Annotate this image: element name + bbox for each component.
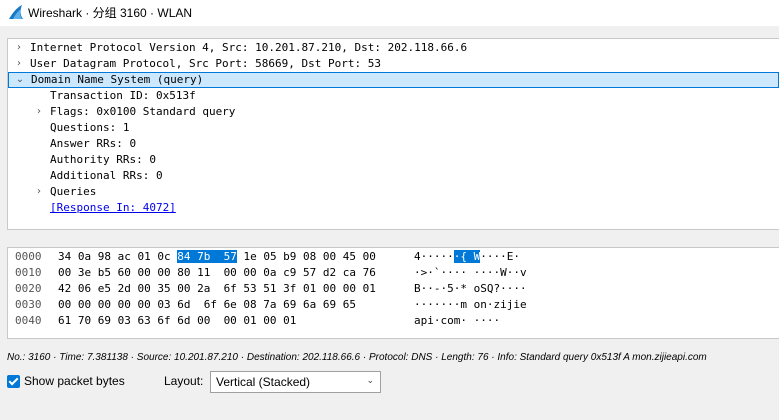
hex-offset: 0000 xyxy=(15,250,42,263)
layout-label: Layout: xyxy=(164,374,204,388)
hex-row[interactable]: 0020 42 06 e5 2d 00 35 00 2a 6f 53 51 3f … xyxy=(8,281,778,297)
hex-ascii[interactable]: B··-·5·* oSQ?···· xyxy=(414,281,527,297)
tree-row[interactable]: Answer RRs: 0 xyxy=(8,136,779,152)
hex-ascii-segment: ····E· xyxy=(480,250,520,263)
hex-bytes-highlight: 84 7b 57 xyxy=(177,250,237,263)
hex-bytes[interactable]: 42 06 e5 2d 00 35 00 2a 6f 53 51 3f 01 0… xyxy=(58,281,376,297)
tree-row[interactable]: › Flags: 0x0100 Standard query xyxy=(8,104,779,120)
title-bar: Wireshark · 分组 3160 · WLAN xyxy=(0,0,779,26)
hex-ascii-segment: ·>·`···· ····W··v xyxy=(414,266,527,279)
chevron-down-icon: ⌄ xyxy=(366,375,374,385)
expand-chevron-icon[interactable]: › xyxy=(12,56,26,72)
hex-offset: 0010 xyxy=(15,266,42,279)
hex-ascii-segment: api·com· ···· xyxy=(414,314,501,327)
tree-row[interactable]: Authority RRs: 0 xyxy=(8,152,779,168)
hex-row[interactable]: 0000 34 0a 98 ac 01 0c 84 7b 57 1e 05 b9 … xyxy=(8,249,778,265)
hex-offset: 0040 xyxy=(15,314,42,327)
packet-bytes-pane[interactable]: 0000 34 0a 98 ac 01 0c 84 7b 57 1e 05 b9 … xyxy=(7,247,779,339)
packet-summary-status: No.: 3160 · Time: 7.381138 · Source: 10.… xyxy=(7,352,707,363)
tree-row-label: Queries xyxy=(50,185,97,198)
hex-bytes[interactable]: 34 0a 98 ac 01 0c 84 7b 57 1e 05 b9 08 0… xyxy=(58,249,376,265)
tree-row-label: Internet Protocol Version 4, Src: 10.201… xyxy=(30,41,468,54)
hex-bytes[interactable]: 00 3e b5 60 00 00 80 11 00 00 0a c9 57 d… xyxy=(58,265,376,281)
hex-bytes-segment: 00 00 00 00 00 03 6d 6f 6e 08 7a 69 6a 6… xyxy=(58,298,357,311)
hex-offset: 0030 xyxy=(15,298,42,311)
tree-row-label: Transaction ID: 0x513f xyxy=(50,89,196,102)
layout-select-value: Vertical (Stacked) xyxy=(216,375,311,389)
hex-ascii-segment: 4····· xyxy=(414,250,454,263)
hex-row[interactable]: 0030 00 00 00 00 00 03 6d 6f 6e 08 7a 69 … xyxy=(8,297,778,313)
hex-offset: 0020 xyxy=(15,282,42,295)
show-packet-bytes-label[interactable]: Show packet bytes xyxy=(24,374,125,388)
response-in-link[interactable]: [Response In: 4072] xyxy=(50,200,176,216)
packet-details-tree[interactable]: › Internet Protocol Version 4, Src: 10.20… xyxy=(7,38,779,230)
hex-bytes[interactable]: 00 00 00 00 00 03 6d 6f 6e 08 7a 69 6a 6… xyxy=(58,297,356,313)
show-packet-bytes-checkbox[interactable] xyxy=(7,375,20,388)
hex-bytes-segment: 61 70 69 03 63 6f 6d 00 00 01 00 01 xyxy=(58,314,297,327)
layout-select[interactable]: Vertical (Stacked) ⌄ xyxy=(210,371,381,393)
tree-row[interactable]: › Internet Protocol Version 4, Src: 10.20… xyxy=(8,40,779,56)
tree-row-label: Flags: 0x0100 Standard query xyxy=(50,105,236,118)
tree-row[interactable]: Questions: 1 xyxy=(8,120,779,136)
hex-ascii[interactable]: ·>·`···· ····W··v xyxy=(414,265,527,281)
tree-row-label: Authority RRs: 0 xyxy=(50,153,156,166)
hex-ascii[interactable]: 4······{ W····E· xyxy=(414,249,520,265)
hex-bytes[interactable]: 61 70 69 03 63 6f 6d 00 00 01 00 01 xyxy=(58,313,296,329)
tree-row-label: Answer RRs: 0 xyxy=(50,137,137,150)
hex-bytes-segment: 34 0a 98 ac 01 0c xyxy=(58,250,178,263)
expand-chevron-icon[interactable]: › xyxy=(32,184,46,200)
hex-bytes-segment: 1e 05 b9 08 00 45 00 xyxy=(236,250,376,263)
tree-row[interactable]: Transaction ID: 0x513f xyxy=(8,88,779,104)
tree-row-label: Domain Name System (query) xyxy=(31,73,204,86)
tree-row-label: User Datagram Protocol, Src Port: 58669,… xyxy=(30,57,381,70)
collapse-chevron-icon[interactable]: ⌄ xyxy=(13,72,27,88)
tree-row[interactable]: Additional RRs: 0 xyxy=(8,168,779,184)
tree-row-label: Questions: 1 xyxy=(50,121,130,134)
tree-row[interactable]: [Response In: 4072] xyxy=(8,200,779,216)
hex-row[interactable]: 0010 00 3e b5 60 00 00 80 11 00 00 0a c9 … xyxy=(8,265,778,281)
hex-ascii[interactable]: ·······m on·zijie xyxy=(414,297,527,313)
window-title: Wireshark · 分组 3160 · WLAN xyxy=(28,6,193,20)
wireshark-fin-icon xyxy=(9,5,23,19)
expand-chevron-icon[interactable]: › xyxy=(32,104,46,120)
hex-ascii-segment: ·······m on·zijie xyxy=(414,298,527,311)
tree-row-selected[interactable]: ⌄ Domain Name System (query) xyxy=(8,72,779,88)
hex-row[interactable]: 0040 61 70 69 03 63 6f 6d 00 00 01 00 01 a… xyxy=(8,313,778,329)
hex-ascii-highlight: ·{ W xyxy=(453,250,481,263)
hex-ascii-segment: B··-·5·* oSQ?···· xyxy=(414,282,527,295)
expand-chevron-icon[interactable]: › xyxy=(12,40,26,56)
tree-row-label: Additional RRs: 0 xyxy=(50,169,163,182)
tree-row[interactable]: › Queries xyxy=(8,184,779,200)
hex-bytes-segment: 42 06 e5 2d 00 35 00 2a 6f 53 51 3f 01 0… xyxy=(58,282,376,295)
hex-ascii[interactable]: api·com· ···· xyxy=(414,313,500,329)
tree-row[interactable]: › User Datagram Protocol, Src Port: 58669… xyxy=(8,56,779,72)
hex-bytes-segment: 00 3e b5 60 00 00 80 11 00 00 0a c9 57 d… xyxy=(58,266,376,279)
